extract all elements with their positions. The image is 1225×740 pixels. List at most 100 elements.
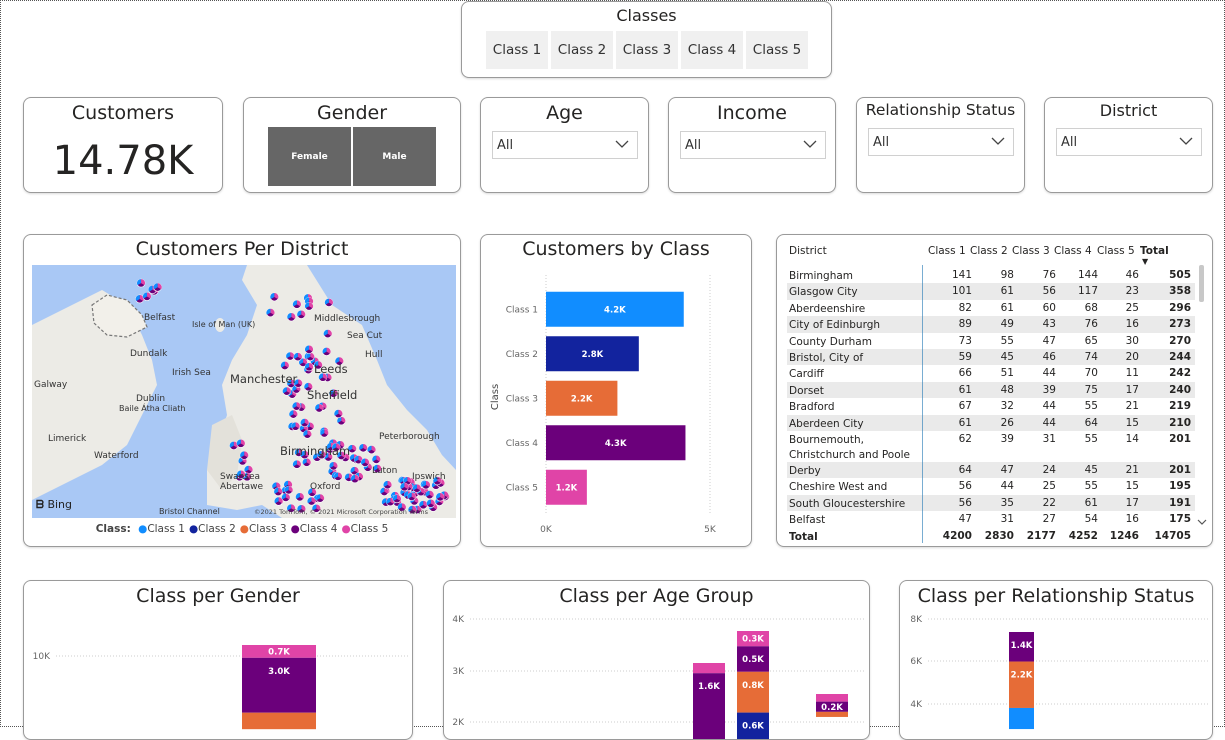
matrix-row[interactable]: Bradford 67 32 44 55 21 219	[787, 398, 1195, 414]
matrix-row[interactable]: Cheshire West and Chester5644255515195	[787, 478, 1195, 508]
matrix-cell: 51	[1000, 367, 1014, 380]
matrix-cell: 1246	[1109, 529, 1139, 542]
matrix-cell: 15	[1125, 480, 1139, 493]
district-dropdown[interactable]: All	[1056, 128, 1202, 156]
matrix-cell: 358	[1169, 285, 1191, 298]
class-3-button[interactable]: Class 3	[616, 31, 678, 69]
stacked-segment-label: 0.3K	[742, 635, 764, 645]
matrix-cell: 101	[951, 285, 972, 298]
scroll-down-icon[interactable]	[1197, 518, 1207, 526]
matrix-scrollbar[interactable]	[1199, 265, 1204, 302]
matrix-header[interactable]: District	[789, 245, 827, 257]
matrix-divider	[922, 265, 923, 543]
class-4-button[interactable]: Class 4	[681, 31, 743, 69]
matrix-total-row[interactable]: Total 4200 2830 2177 4252 1246 14705	[787, 528, 1195, 543]
matrix-header[interactable]: Class 3	[1012, 245, 1050, 257]
age-slicer: Age All	[480, 97, 649, 193]
map-svg: Belfast Isle of Man (UK) Middlesbrough Sea …	[32, 265, 456, 518]
matrix-cell: 210	[1169, 416, 1191, 429]
matrix-cell: 44	[1042, 367, 1056, 380]
matrix-cell: 25	[1125, 301, 1139, 314]
matrix-cell: 56	[958, 480, 972, 493]
map-legend-item[interactable]: ●Class 5	[341, 523, 388, 535]
map-legend-item[interactable]: ●Class 2	[189, 523, 236, 535]
relationship-dropdown[interactable]: All	[868, 128, 1014, 156]
matrix-cell: 62	[958, 433, 972, 445]
matrix-cell: 47	[1042, 334, 1056, 347]
stacked-segment-label: 1.6K	[698, 682, 720, 692]
map-legend-item[interactable]: ●Class 4	[291, 523, 338, 535]
map-place-label: Swansea	[220, 472, 260, 482]
income-dropdown[interactable]: All	[680, 131, 826, 159]
matrix-cell: 68	[1084, 301, 1098, 314]
map-canvas[interactable]: Belfast Isle of Man (UK) Middlesbrough Sea …	[32, 265, 456, 518]
matrix-header[interactable]: Class 5	[1097, 245, 1135, 257]
stacked-segment[interactable]	[816, 694, 848, 702]
matrix-cell: 11	[1125, 367, 1139, 380]
gender-slicer: Gender Female Male	[243, 97, 461, 193]
matrix-district-name: Total	[789, 530, 818, 543]
age-dropdown-value: All	[497, 138, 514, 153]
matrix-header[interactable]: Class 1	[928, 245, 966, 257]
matrix-row[interactable]: County Durham 73 55 47 65 30 270	[787, 333, 1195, 349]
class-1-button[interactable]: Class 1	[486, 31, 548, 69]
class-bar-xtick: 5K	[704, 525, 717, 535]
map-place-label: Manchester	[230, 372, 298, 386]
matrix-cell: 59	[958, 351, 972, 363]
income-slicer-title: Income	[717, 102, 787, 124]
matrix-header[interactable]: Class 4	[1054, 245, 1092, 257]
stacked-segment[interactable]	[1009, 661, 1034, 708]
map-place-label: Galway	[34, 380, 68, 390]
stacked-segment-label: 0.8K	[742, 681, 764, 691]
matrix-district-name: Bournemouth, Christchurch and Poole	[789, 434, 911, 461]
matrix-row[interactable]: Glasgow City 101 61 56 117 23 358	[787, 283, 1195, 300]
stacked-segment[interactable]	[737, 671, 769, 713]
class-bar-category: Class 1	[506, 305, 538, 315]
matrix-cell: 55	[1000, 334, 1014, 347]
matrix-row[interactable]: Cardiff 66 51 44 70 11 242	[787, 365, 1195, 381]
age-dropdown[interactable]: All	[492, 131, 638, 159]
matrix-row[interactable]: City of Edinburgh 89 49 43 76 16 273	[787, 316, 1195, 333]
chart-ytick: 4K	[452, 615, 465, 625]
matrix-row[interactable]: Belfast 47 31 27 54 16 175	[787, 511, 1195, 527]
matrix-row[interactable]: Derby 64 47 24 45 21 201	[787, 462, 1195, 479]
matrix-row[interactable]: Bristol, City of 59 45 46 74 20 244	[787, 349, 1195, 366]
map-legend-label: Class:	[95, 523, 131, 535]
matrix-cell: 44	[1042, 416, 1056, 429]
class-bar-card: Customers by Class 0K 5K Class Class 1 4.2K C…	[480, 234, 752, 547]
map-place-label: Peterborough	[379, 432, 440, 442]
map-title: Customers Per District	[135, 238, 349, 260]
matrix-cell: 75	[1084, 383, 1098, 396]
relationship-dropdown-value: All	[873, 135, 890, 150]
income-dropdown-value: All	[685, 138, 702, 153]
matrix-row[interactable]: Birmingham 141 98 76 144 46 505	[787, 267, 1195, 283]
stacked-segment[interactable]	[1009, 707, 1034, 730]
matrix-cell: 141	[951, 269, 972, 281]
stacked-segment[interactable]	[816, 711, 848, 717]
female-button[interactable]: Female	[268, 127, 351, 186]
matrix-cell: 4252	[1068, 529, 1098, 542]
matrix-row[interactable]: Aberdeenshire 82 61 60 68 25 296	[787, 300, 1195, 316]
class-2-button[interactable]: Class 2	[551, 31, 613, 69]
map-legend-item[interactable]: ●Class 1	[138, 523, 185, 535]
matrix-cell: 44	[1000, 480, 1014, 493]
matrix-row[interactable]: South Gloucestershire 56 35 22 61 17 191	[787, 494, 1195, 512]
matrix-header[interactable]: Total	[1140, 245, 1169, 257]
matrix-cell: 39	[1042, 383, 1056, 396]
map-legend-label: Class 3	[248, 523, 287, 535]
map-legend-item[interactable]: ●Class 3	[240, 523, 287, 535]
legend-dot-icon: ●	[239, 523, 249, 535]
male-button[interactable]: Male	[353, 127, 436, 186]
matrix-row[interactable]: Dorset 61 48 39 75 17 240	[787, 381, 1195, 399]
chevron-down-icon	[1179, 137, 1193, 145]
stacked-segment[interactable]	[693, 663, 725, 674]
matrix-cell: 35	[1000, 496, 1014, 509]
matrix-row[interactable]: Aberdeen City 61 26 44 64 15 210	[787, 414, 1195, 431]
class-5-button[interactable]: Class 5	[746, 31, 808, 69]
matrix-header[interactable]: Class 2	[970, 245, 1008, 257]
matrix-cell: 76	[1042, 269, 1056, 281]
matrix-cell: 21	[1125, 464, 1139, 476]
matrix-cell: 219	[1169, 400, 1191, 413]
matrix-cell: 46	[1042, 351, 1056, 363]
matrix-row[interactable]: Bournemouth, Christchurch and Poole 62 39 3…	[787, 431, 1195, 462]
